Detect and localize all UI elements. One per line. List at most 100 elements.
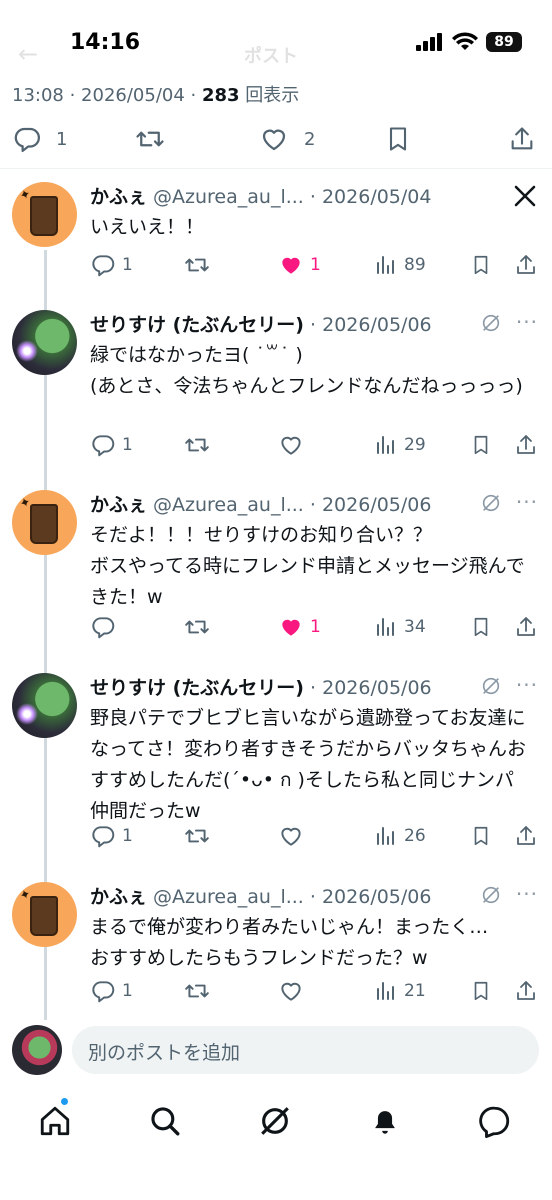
add-post-input[interactable]: 別のポストを追加 xyxy=(72,1026,539,1074)
like-button[interactable] xyxy=(278,823,304,849)
status-bar: ← ポスト 14:16 89 xyxy=(0,0,552,80)
tab-home[interactable] xyxy=(38,1104,72,1142)
reply-count: 1 xyxy=(122,435,133,455)
like-count: 2 xyxy=(304,128,316,150)
reply-icon xyxy=(92,617,115,639)
header-title: ポスト xyxy=(244,46,298,67)
share-icon xyxy=(517,255,535,274)
tab-search[interactable] xyxy=(148,1104,182,1142)
grok-icon[interactable] xyxy=(480,675,502,697)
reply-text: 野良パテでブヒブヒ言いながら遺跡登ってお友達になってさ！変わり者すきそうだからバ… xyxy=(90,707,527,822)
share-button[interactable] xyxy=(514,823,538,849)
grok-icon[interactable] xyxy=(480,492,502,514)
reply-button[interactable]: 1 xyxy=(90,823,133,849)
more-icon[interactable]: ··· xyxy=(516,490,538,514)
reply-text: まるで俺が変わり者みたいじゃん！まったく… おすすめしたらもうフレンドだった？w xyxy=(90,916,489,969)
avatar[interactable]: ✦ xyxy=(12,182,77,247)
bookmark-button[interactable] xyxy=(470,978,492,1004)
reply-button[interactable]: 1 xyxy=(90,432,133,458)
tab-messages[interactable] xyxy=(478,1104,512,1142)
more-icon[interactable]: ··· xyxy=(516,882,538,906)
bookmark-icon xyxy=(389,127,407,151)
views-button[interactable]: 26 xyxy=(374,823,426,849)
reply-button[interactable]: 1 xyxy=(90,978,133,1004)
grok-icon xyxy=(261,1107,289,1135)
views-button[interactable]: 29 xyxy=(374,432,426,458)
status-icons: 89 xyxy=(416,32,522,52)
reply-author-handle: @Azurea_au_l... xyxy=(153,494,304,516)
retweet-icon xyxy=(136,131,164,147)
views-icon xyxy=(377,618,394,636)
reply-date: 2026/05/06 xyxy=(322,677,432,699)
bookmark-button[interactable] xyxy=(470,432,492,458)
reply-button[interactable]: 1 xyxy=(90,252,133,278)
reply-action-bar: 1 29 xyxy=(0,432,552,462)
reply-author-name[interactable]: かふぇ xyxy=(90,490,147,517)
views-button[interactable]: 89 xyxy=(374,252,426,278)
more-icon[interactable]: ··· xyxy=(516,673,538,697)
share-button[interactable] xyxy=(514,614,538,640)
share-button[interactable] xyxy=(514,252,538,278)
share-button[interactable] xyxy=(514,432,538,458)
share-button[interactable] xyxy=(508,124,536,154)
retweet-icon xyxy=(185,829,209,843)
post-action-bar: 1 2 xyxy=(0,118,552,164)
like-button[interactable] xyxy=(278,432,304,458)
tab-notifications[interactable] xyxy=(368,1104,402,1142)
view-count: 26 xyxy=(404,826,426,846)
signal-icon xyxy=(416,33,442,51)
bookmark-button[interactable] xyxy=(384,124,412,154)
views-button[interactable]: 34 xyxy=(374,614,426,640)
avatar[interactable] xyxy=(12,310,77,375)
view-label: 回表示 xyxy=(245,85,300,106)
meta-separator: · xyxy=(303,186,322,208)
bookmark-icon xyxy=(474,255,488,275)
reply-header: せりすけ (たぶんセリー) · 2026/05/06 xyxy=(90,673,432,700)
avatar[interactable]: ✦ xyxy=(12,882,77,947)
wifi-icon xyxy=(452,32,478,50)
tab-grok[interactable] xyxy=(258,1104,292,1142)
retweet-button[interactable] xyxy=(183,252,211,278)
retweet-button[interactable] xyxy=(134,124,166,154)
reply-action-bar: 1 1 89 xyxy=(0,252,552,282)
reply-header: せりすけ (たぶんセリー) · 2026/05/06 xyxy=(90,310,432,337)
more-icon[interactable]: ··· xyxy=(516,310,538,334)
bookmark-icon xyxy=(474,981,488,1001)
post-meta: 13:08 · 2026/05/04 · 283 回表示 xyxy=(12,81,299,107)
like-button[interactable]: 1 xyxy=(278,614,321,640)
views-button[interactable]: 21 xyxy=(374,978,426,1004)
grok-icon[interactable] xyxy=(480,884,502,906)
bookmark-button[interactable] xyxy=(470,823,492,849)
retweet-button[interactable] xyxy=(183,978,211,1004)
avatar[interactable] xyxy=(12,673,77,738)
bookmark-button[interactable] xyxy=(470,252,492,278)
like-button[interactable] xyxy=(278,978,304,1004)
retweet-button[interactable] xyxy=(183,614,211,640)
reply-icon xyxy=(92,255,115,277)
reply-button[interactable]: 1 xyxy=(12,124,67,154)
view-count: 21 xyxy=(404,981,426,1001)
like-button[interactable]: 2 xyxy=(258,124,315,154)
heart-icon xyxy=(281,827,301,846)
reply-button[interactable] xyxy=(90,614,116,640)
share-icon xyxy=(517,435,535,454)
reply-author-name[interactable]: かふぇ xyxy=(90,882,147,909)
avatar[interactable]: ✦ xyxy=(12,490,77,555)
reply-author-name[interactable]: かふぇ xyxy=(90,182,147,209)
views-icon xyxy=(377,827,394,845)
status-time: 14:16 xyxy=(70,30,141,55)
retweet-button[interactable] xyxy=(183,432,211,458)
reply-author-name[interactable]: せりすけ (たぶんセリー) xyxy=(90,673,304,700)
bookmark-button[interactable] xyxy=(470,614,492,640)
reply-count: 1 xyxy=(56,128,68,150)
grok-icon[interactable] xyxy=(480,312,502,334)
reply-author-name[interactable]: せりすけ (たぶんセリー) xyxy=(90,310,304,337)
current-user-avatar[interactable] xyxy=(12,1025,62,1075)
bookmark-icon xyxy=(474,826,488,846)
like-button[interactable]: 1 xyxy=(278,252,321,278)
back-arrow-icon[interactable]: ← xyxy=(18,40,38,68)
reply-date: 2026/05/06 xyxy=(321,494,432,516)
share-button[interactable] xyxy=(514,978,538,1004)
views-icon xyxy=(377,982,394,1000)
retweet-button[interactable] xyxy=(183,823,211,849)
